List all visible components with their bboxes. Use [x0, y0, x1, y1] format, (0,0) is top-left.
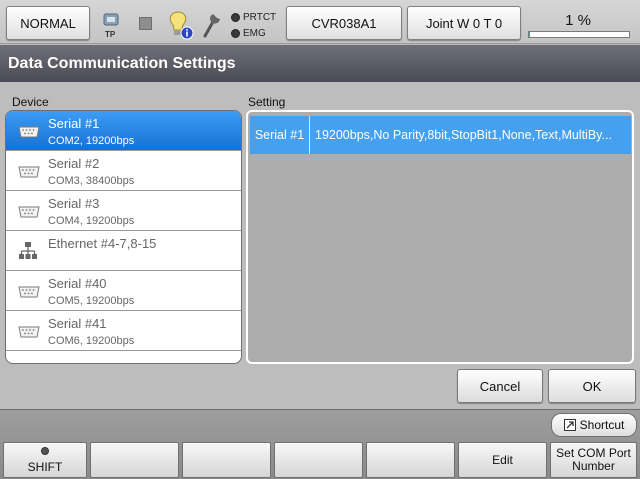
protect-label: PRTCT: [243, 12, 277, 23]
top-status-bar: NORMAL TP PRTCT EMG CVR038A1 Joint W 0 T…: [0, 0, 640, 44]
teach-pendant-icon: [103, 13, 119, 26]
setting-list: Serial #1 19200bps,No Parity,8bit,StopBi…: [246, 110, 634, 364]
function-key-4[interactable]: [274, 442, 363, 478]
emergency-lamp: [231, 29, 240, 38]
serial-port-icon: [18, 125, 40, 143]
shift-button[interactable]: SHIFT: [3, 442, 87, 478]
device-port-info: COM4, 19200bps: [48, 215, 135, 227]
set-com-port-number-button[interactable]: Set COM Port Number: [550, 442, 637, 478]
device-section-label: Device: [12, 95, 49, 109]
serial-port-icon: [18, 325, 40, 343]
device-name: Serial #2: [48, 156, 100, 171]
device-list-item[interactable]: Ethernet #4-7,8-15: [6, 231, 241, 271]
device-port-info: COM2, 19200bps: [48, 135, 135, 147]
network-icon: [18, 241, 38, 266]
device-list-item[interactable]: Serial #41 COM6, 19200bps: [6, 311, 241, 351]
serial-port-icon: [18, 285, 40, 303]
shortcut-button[interactable]: Shortcut: [551, 413, 637, 437]
device-name: Ethernet #4-7,8-15: [48, 236, 157, 251]
device-port-info: COM6, 19200bps: [48, 335, 135, 347]
speed-progress-bar: [528, 31, 630, 38]
stop-icon: [139, 17, 152, 30]
device-name: Serial #3: [48, 196, 100, 211]
setting-section-label: Setting: [248, 95, 286, 109]
device-port-info: COM5, 19200bps: [48, 295, 135, 307]
device-name: Serial #41: [48, 316, 107, 331]
edit-button[interactable]: Edit: [458, 442, 547, 478]
protect-lamp: [231, 13, 240, 22]
setting-row-value: 19200bps,No Parity,8bit,StopBit1,None,Te…: [315, 128, 612, 142]
program-button[interactable]: CVR038A1: [286, 6, 402, 40]
setting-row-key: Serial #1: [250, 116, 310, 154]
ok-button[interactable]: OK: [548, 369, 636, 403]
function-key-2[interactable]: [90, 442, 179, 478]
emergency-label: EMG: [243, 28, 266, 39]
device-list-item[interactable]: Serial #3 COM4, 19200bps: [6, 191, 241, 231]
device-list-item[interactable]: Serial #1 COM2, 19200bps: [6, 111, 241, 151]
device-name: Serial #40: [48, 276, 107, 291]
shortcut-label: Shortcut: [579, 418, 625, 432]
teach-pendant-indicator: TP: [102, 12, 120, 40]
device-port-info: COM3, 38400bps: [48, 175, 135, 187]
wrench-icon: [203, 14, 220, 38]
function-key-bar: Shortcut SHIFT Edit Set COM Port Number: [0, 409, 640, 479]
page-title: Data Communication Settings: [0, 45, 640, 82]
device-list-item[interactable]: Serial #40 COM5, 19200bps: [6, 271, 241, 311]
joint-coordinate-button[interactable]: Joint W 0 T 0: [407, 6, 521, 40]
mode-button[interactable]: NORMAL: [6, 6, 90, 40]
device-list-item[interactable]: Serial #2 COM3, 38400bps: [6, 151, 241, 191]
serial-port-icon: [18, 205, 40, 223]
lightbulb-info-icon[interactable]: [168, 10, 194, 40]
shift-indicator-lamp: [41, 447, 49, 455]
shortcut-arrow-icon: [563, 419, 576, 431]
serial-port-icon: [18, 165, 40, 183]
function-key-5[interactable]: [366, 442, 455, 478]
device-list: Serial #1 COM2, 19200bps Serial #2 COM3, 38…: [5, 110, 242, 364]
setting-row[interactable]: Serial #1 19200bps,No Parity,8bit,StopBi…: [250, 116, 631, 154]
speed-progress-fill: [529, 32, 530, 37]
cancel-button[interactable]: Cancel: [457, 369, 543, 403]
tp-label: TP: [105, 30, 116, 39]
function-key-3[interactable]: [182, 442, 271, 478]
main-content: Device Setting Serial #1 COM2, 19200bps Se…: [0, 82, 640, 409]
speed-percent-label: 1 %: [565, 12, 591, 29]
set-com-port-label-line2: Number: [572, 459, 615, 473]
device-name: Serial #1: [48, 116, 100, 131]
shift-label: SHIFT: [27, 459, 63, 474]
